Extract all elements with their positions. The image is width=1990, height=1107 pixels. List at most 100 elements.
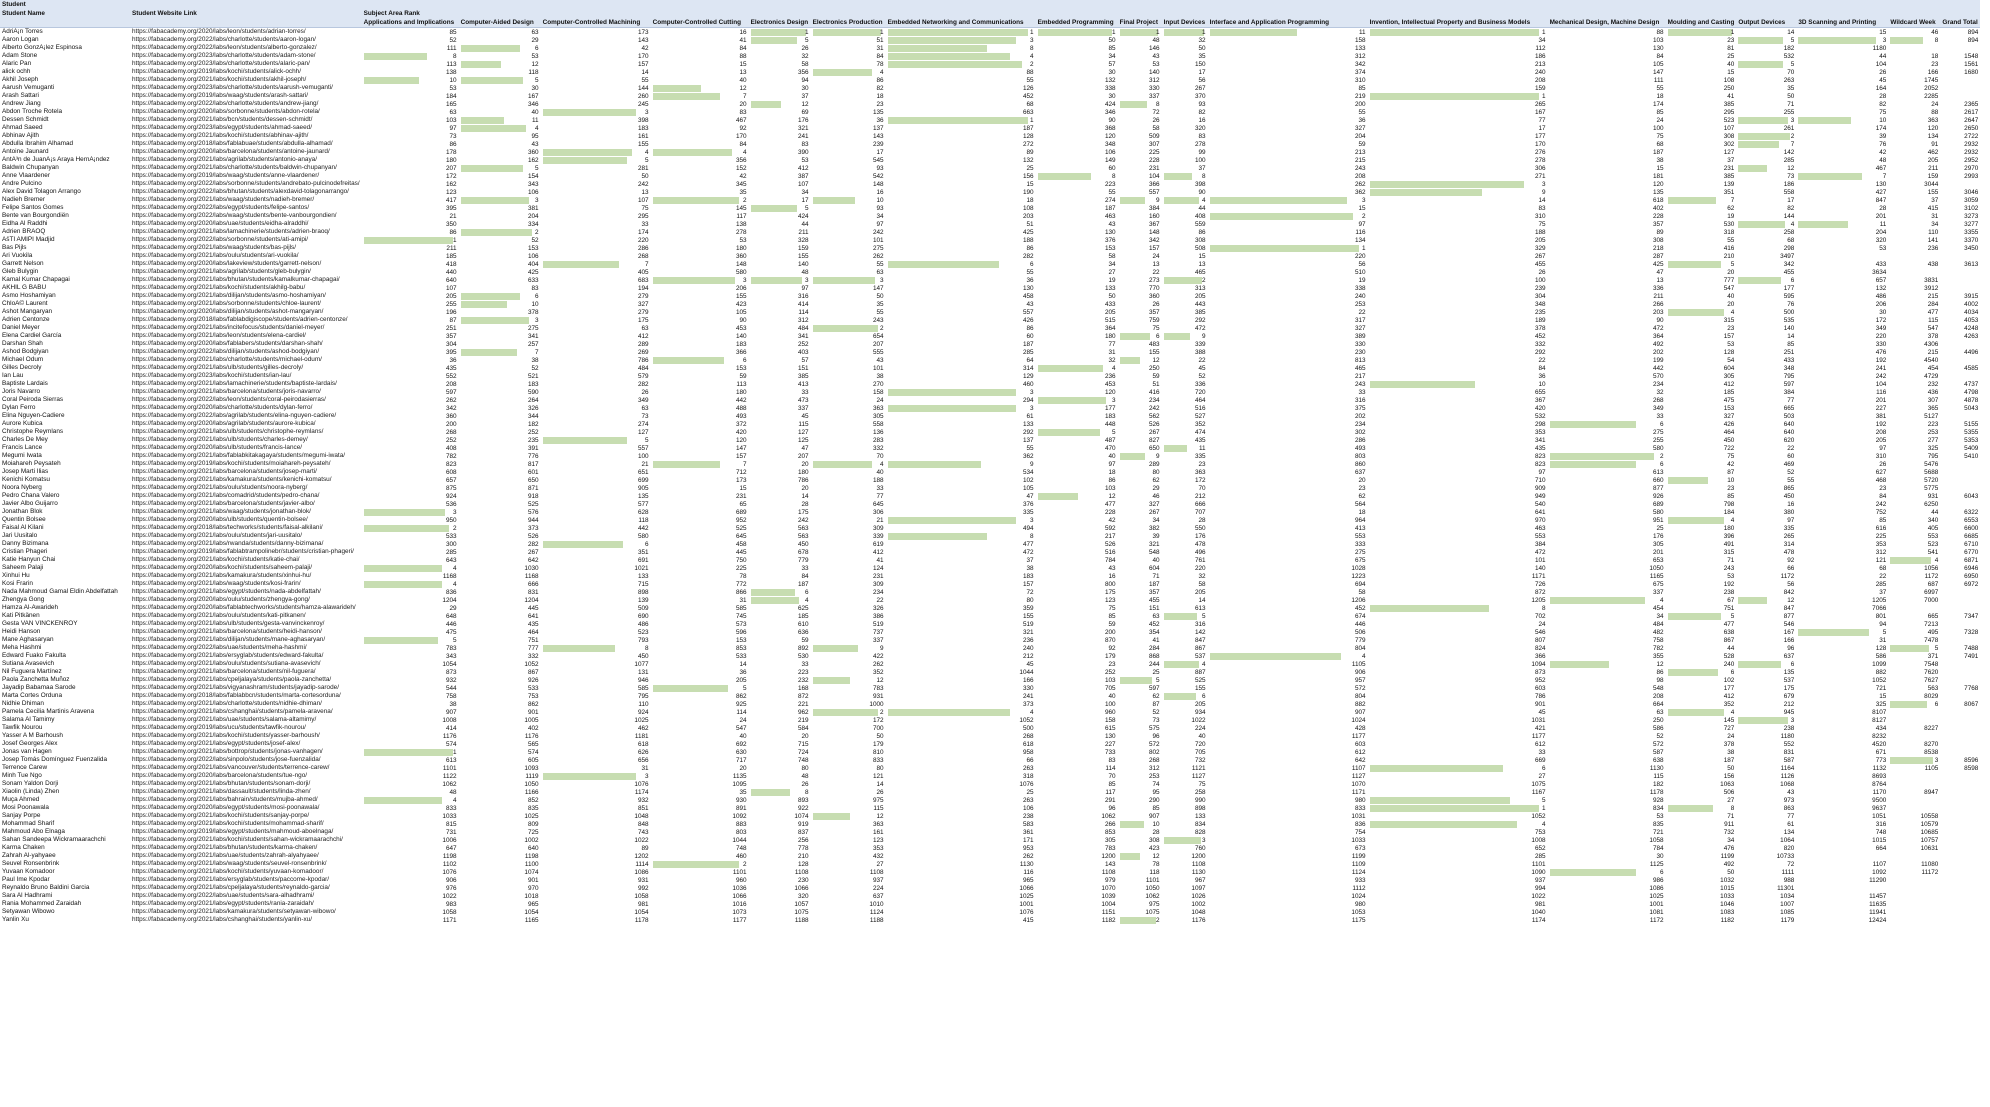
rank-cell[interactable]: 801 (1796, 612, 1888, 620)
rank-cell[interactable] (1940, 660, 1980, 668)
student-name-cell[interactable]: Cristian Phageri (0, 548, 130, 556)
rank-cell[interactable]: 836 (1208, 820, 1368, 828)
rank-cell[interactable]: 8 (886, 44, 1036, 52)
rank-cell[interactable]: 373 (459, 524, 541, 532)
rank-cell[interactable]: 389 (1208, 332, 1368, 340)
student-name-cell[interactable]: Sonam Yaldon Dorji (0, 780, 130, 788)
rank-cell[interactable]: 336 (1162, 380, 1208, 388)
rank-cell[interactable]: 89 (1548, 228, 1666, 236)
rank-cell[interactable]: 223 (1888, 420, 1940, 428)
rank-cell[interactable]: 133 (1162, 812, 1208, 820)
rank-cell[interactable]: 351 (1666, 188, 1737, 196)
rank-cell[interactable]: 732 (1666, 828, 1737, 836)
rank-cell[interactable]: 415 (1888, 204, 1940, 212)
rank-cell[interactable]: 6 (886, 260, 1036, 268)
rank-cell[interactable]: 36 (811, 116, 886, 124)
rank-cell[interactable]: 143 (1036, 860, 1118, 868)
rank-cell[interactable]: 483 (1118, 340, 1162, 348)
rank-cell[interactable]: 867 (459, 668, 541, 676)
student-url-cell[interactable]: https://fabacademy.org/2021/labs/waag/st… (130, 860, 362, 868)
rank-cell[interactable]: 162 (362, 180, 459, 188)
rank-cell[interactable]: 85 (1036, 780, 1118, 788)
rank-cell[interactable]: 761 (1162, 556, 1208, 564)
rank-cell[interactable]: 691 (541, 556, 651, 564)
rank-cell[interactable]: 287 (1548, 252, 1666, 260)
rank-cell[interactable]: 16 (1736, 500, 1796, 508)
student-name-cell[interactable]: Adrien Centonze (0, 316, 130, 324)
rank-cell[interactable]: 88 (1548, 28, 1666, 37)
rank-cell[interactable]: 8764 (1796, 780, 1888, 788)
rank-cell[interactable]: 618 (886, 740, 1036, 748)
student-url-cell[interactable]: https://fabacademy.org/2022/labs/sinpolo… (130, 756, 362, 764)
rank-cell[interactable]: 240 (886, 644, 1036, 652)
rank-cell[interactable]: 35 (651, 788, 749, 796)
rank-cell[interactable]: 75 (1368, 220, 1548, 228)
rank-cell[interactable]: 55 (541, 76, 651, 84)
rank-cell[interactable]: 446 (362, 620, 459, 628)
rank-cell[interactable]: 5688 (1888, 468, 1940, 476)
rank-cell[interactable]: 97 (1796, 444, 1888, 452)
rank-cell[interactable]: 221 (749, 700, 811, 708)
rank-cell[interactable]: 329 (1368, 244, 1548, 252)
rank-cell[interactable]: 647 (362, 844, 459, 852)
rank-cell[interactable]: 3370 (1940, 236, 1980, 244)
rank-cell[interactable]: 548 (1548, 684, 1666, 692)
rank-cell[interactable]: 28 (1162, 516, 1208, 524)
rank-cell[interactable] (1888, 876, 1940, 884)
student-url-cell[interactable]: https://fabacademy.org/2021/labs/ulb/stu… (130, 620, 362, 628)
rank-cell[interactable]: 516 (1036, 548, 1118, 556)
rank-cell[interactable]: 43 (1736, 788, 1796, 796)
rank-cell[interactable]: 267 (1118, 508, 1162, 516)
rank-cell[interactable]: 613 (362, 756, 459, 764)
rank-cell[interactable]: 42 (1036, 516, 1118, 524)
rank-cell[interactable]: 99 (1162, 148, 1208, 156)
student-url-cell[interactable]: https://fabacademy.org/2023/labs/kochi/s… (130, 372, 362, 380)
rank-cell[interactable]: 898 (1162, 804, 1208, 812)
rank-cell[interactable]: 58 (749, 60, 811, 68)
rank-cell[interactable]: 6 (1368, 764, 1548, 772)
rank-cell[interactable]: 177 (1666, 684, 1737, 692)
student-name-cell[interactable]: Jari Uusitalo (0, 532, 130, 540)
student-name-cell[interactable]: Minh Tue Ngo (0, 772, 130, 780)
rank-cell[interactable]: 866 (651, 588, 749, 596)
rank-cell[interactable]: 344 (459, 412, 541, 420)
rank-cell[interactable]: 1054 (362, 660, 459, 668)
rank-cell[interactable]: 894 (1940, 28, 1980, 37)
rank-cell[interactable]: 157 (886, 580, 1036, 588)
rank-cell[interactable]: 40 (651, 732, 749, 740)
rank-cell[interactable]: 1057 (749, 900, 811, 908)
rank-cell[interactable]: 285 (1796, 580, 1888, 588)
rank-cell[interactable]: 166 (1736, 636, 1796, 644)
rank-cell[interactable]: 2 (1118, 916, 1162, 924)
student-name-cell[interactable]: Josep Marti Ilias (0, 468, 130, 476)
column-header[interactable]: Electronics Design (748, 18, 811, 28)
rank-cell[interactable] (1940, 788, 1980, 796)
rank-cell[interactable]: 1052 (886, 716, 1036, 724)
rank-cell[interactable]: 123 (811, 836, 886, 844)
rank-cell[interactable]: 130 (1796, 180, 1888, 188)
rank-cell[interactable]: 268 (1548, 396, 1666, 404)
rank-cell[interactable]: 576 (459, 508, 541, 516)
rank-cell[interactable]: 32 (1548, 388, 1666, 396)
rank-cell[interactable]: 183 (1036, 412, 1118, 420)
rank-cell[interactable]: 97 (1368, 468, 1548, 476)
rank-cell[interactable]: 106 (886, 804, 1036, 812)
rank-cell[interactable]: 184 (362, 92, 459, 100)
rank-cell[interactable]: 156 (886, 172, 1036, 180)
rank-cell[interactable]: 187 (1036, 204, 1118, 212)
rank-cell[interactable]: 7627 (1888, 676, 1940, 684)
student-name-cell[interactable]: Nadieh Bremer (0, 196, 130, 204)
rank-cell[interactable]: 458 (886, 292, 1036, 300)
rank-cell[interactable]: 23 (1162, 460, 1208, 468)
rank-cell[interactable]: 460 (651, 852, 749, 860)
student-url-cell[interactable]: https://fabacademy.org/2021/labs/egypt/s… (130, 588, 362, 596)
rank-cell[interactable]: 104 (1118, 172, 1162, 180)
rank-cell[interactable]: 182 (459, 420, 541, 428)
rank-cell[interactable]: 350 (362, 220, 459, 228)
rank-cell[interactable]: 32 (1162, 36, 1208, 44)
student-name-cell[interactable]: Yuvaan Komadoor (0, 868, 130, 876)
rank-cell[interactable]: 212 (1736, 700, 1796, 708)
student-name-cell[interactable]: Baldwin Chupanyan (0, 164, 130, 172)
rank-cell[interactable]: 1062 (1036, 812, 1118, 820)
rank-cell[interactable]: 12 (811, 676, 886, 684)
